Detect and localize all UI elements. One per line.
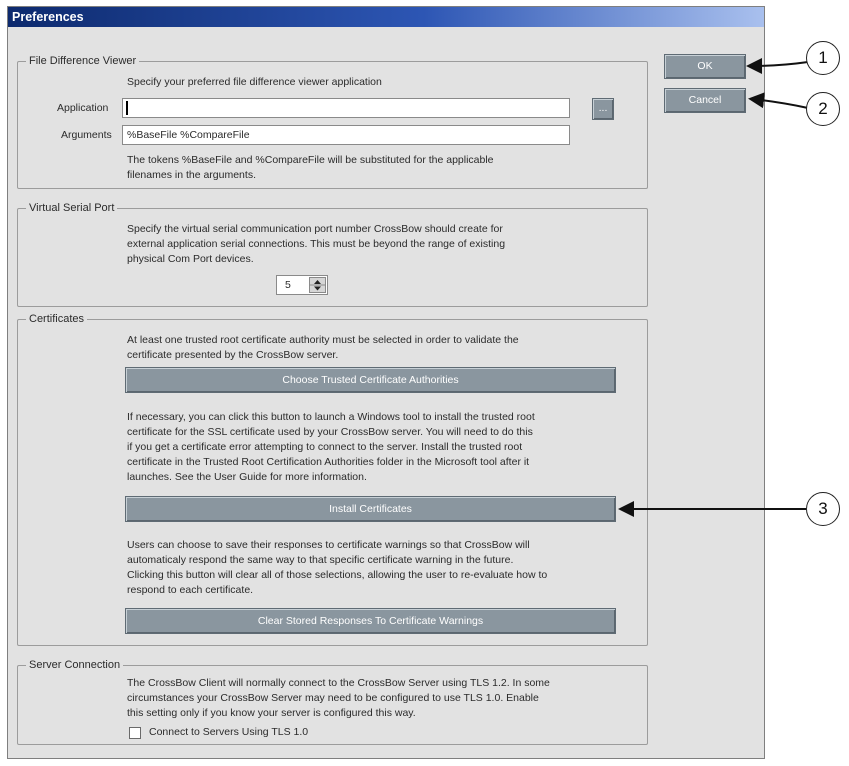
callout-1: 1 bbox=[806, 41, 840, 75]
callout-3: 3 bbox=[806, 492, 840, 526]
callout-arrows bbox=[618, 57, 809, 517]
callout-2-arrow bbox=[748, 92, 809, 109]
callout-2: 2 bbox=[806, 92, 840, 126]
callout-1-arrow bbox=[746, 57, 809, 74]
